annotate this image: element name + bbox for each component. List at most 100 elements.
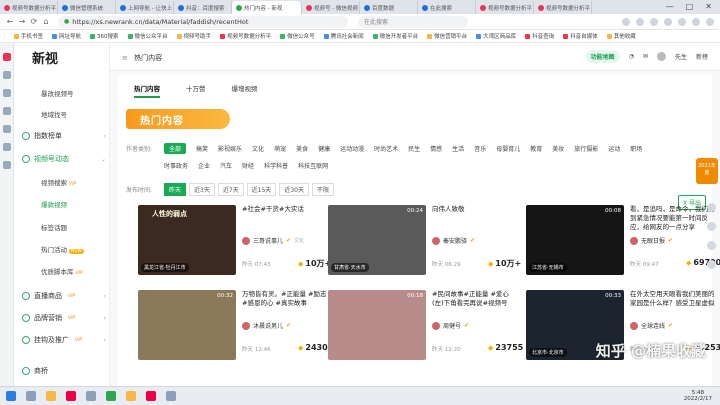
video-icon[interactable] bbox=[2, 143, 11, 151]
category-option[interactable]: 文化 bbox=[252, 144, 264, 153]
sidebar-section-live-goods[interactable]: 直播商品 VIP › bbox=[22, 291, 106, 301]
video-card[interactable]: 人性的弱点 黑龙江省·牡丹江市 #社会#干货#大实话 三哥说事儿 ✔ 文化 昨天 07:43… bbox=[138, 205, 331, 275]
url-input[interactable]: ● https://xs.newrank.cn/data/Material/fa… bbox=[58, 15, 348, 28]
sidebar-section-shop[interactable]: 商桥 bbox=[22, 366, 106, 376]
folder-icon[interactable] bbox=[46, 391, 56, 401]
help-icon[interactable] bbox=[706, 222, 716, 231]
tab-100k-likes[interactable]: 十万赞 bbox=[186, 83, 206, 98]
menu-icon[interactable]: ≡ bbox=[122, 54, 128, 62]
system-clock[interactable]: 5:48 2022/2/17 bbox=[684, 390, 720, 402]
cloud-icon[interactable] bbox=[2, 89, 11, 97]
menu-icon[interactable] bbox=[706, 17, 714, 26]
extension-icon[interactable] bbox=[692, 17, 700, 26]
bookmark-item[interactable]: 网址导航 bbox=[52, 32, 81, 40]
category-option[interactable]: 民生 bbox=[408, 144, 420, 153]
bookmark-item[interactable]: 微信营销平台 bbox=[427, 32, 467, 40]
category-option[interactable]: 教育 bbox=[530, 144, 542, 153]
video-title[interactable]: #社会#干货#大实话 bbox=[242, 205, 330, 232]
browser-tab[interactable]: 视频号数据分析平 bbox=[476, 1, 534, 14]
sidebar-item[interactable]: 暴改视频号 bbox=[41, 88, 74, 98]
category-option[interactable]: 运动动漫 bbox=[340, 144, 364, 153]
author-row[interactable]: 全球连线 ✔ bbox=[630, 321, 673, 330]
sidebar-subitem-video-search[interactable]: 视频搜索 VIP bbox=[41, 177, 76, 187]
extension-icon[interactable] bbox=[622, 17, 630, 26]
bookmark-item[interactable]: 微信公众平台 bbox=[127, 32, 168, 40]
browser-tab[interactable]: 百度数据 bbox=[360, 1, 418, 14]
back-icon[interactable]: ← bbox=[4, 17, 16, 26]
app-icon[interactable] bbox=[106, 391, 116, 401]
category-option[interactable]: 健康 bbox=[318, 144, 330, 153]
bookmark-item[interactable]: 微信开发者平台 bbox=[372, 32, 418, 40]
category-option[interactable]: 生活 bbox=[452, 144, 464, 153]
category-option[interactable]: 科学科普 bbox=[264, 161, 288, 170]
bookmark-item[interactable]: 抖音自媒体 bbox=[563, 32, 598, 40]
bookmark-item[interactable]: 微信公众号 bbox=[280, 32, 315, 40]
extension-icon[interactable] bbox=[664, 17, 672, 26]
weibo-icon[interactable] bbox=[2, 53, 11, 61]
category-option[interactable]: 音乐 bbox=[474, 144, 486, 153]
sidebar-subitem-hot-videos[interactable]: 爆款视频 bbox=[41, 199, 67, 209]
minimize-icon[interactable]: — bbox=[666, 2, 674, 11]
top-icon[interactable] bbox=[706, 260, 716, 269]
category-option[interactable]: 母婴育儿 bbox=[496, 144, 520, 153]
app-icon[interactable] bbox=[126, 391, 136, 401]
sidebar-section-brand[interactable]: 品牌营销 VIP › bbox=[22, 313, 106, 323]
category-option[interactable]: 情感 bbox=[430, 144, 442, 153]
category-option[interactable]: 职场 bbox=[630, 144, 642, 153]
video-card[interactable]: 00:32 万物皆有灵。#正能量 #励志 #感恩的心 #真实故事 沐晨说男儿 ✔ 昨天 … bbox=[138, 290, 333, 360]
category-option[interactable]: 全部 bbox=[164, 143, 187, 154]
username[interactable]: 先生 bbox=[675, 52, 687, 61]
video-title[interactable]: #民间故事#正能量 #爱心(左)下角看完再说#视频号 bbox=[432, 290, 520, 317]
date-option[interactable]: 近3天 bbox=[189, 183, 215, 196]
refresh-icon[interactable]: ⟳ bbox=[28, 17, 40, 26]
author-row[interactable]: 三哥说事儿 ✔ 文化 bbox=[242, 236, 304, 245]
sidebar-section-video-dynamics[interactable]: 视频号动态 ⌄ bbox=[22, 154, 106, 164]
browser-tab[interactable]: 在此搜索 bbox=[418, 1, 476, 14]
tab-hot-content[interactable]: 热门内容 bbox=[134, 83, 160, 98]
close-icon[interactable]: ✕ bbox=[705, 2, 712, 11]
bookmark-item[interactable]: 手机书签 bbox=[14, 32, 43, 40]
browser-tab[interactable]: 热门内容 - 新视 bbox=[232, 1, 302, 14]
category-option[interactable]: 美妆 bbox=[552, 144, 564, 153]
group-icon[interactable] bbox=[706, 203, 716, 212]
category-option[interactable]: 运动 bbox=[608, 144, 620, 153]
video-thumbnail[interactable]: 人性的弱点 黑龙江省·牡丹江市 bbox=[138, 205, 236, 275]
sidebar-subitem-tags[interactable]: 标签话题 bbox=[41, 222, 67, 232]
video-title[interactable]: 向伟人致敬 bbox=[432, 205, 520, 232]
video-thumbnail[interactable]: 00:24 甘肃省·天水市 bbox=[328, 205, 426, 275]
browser-tab[interactable]: 微信管理系统 bbox=[58, 1, 116, 14]
bookmark-item[interactable]: 抖音查询 bbox=[525, 32, 554, 40]
category-option[interactable]: 萌宠 bbox=[274, 144, 286, 153]
date-option[interactable]: 不限 bbox=[311, 183, 334, 196]
app-icon[interactable] bbox=[146, 391, 156, 401]
category-option[interactable]: 科技互联网 bbox=[298, 161, 328, 170]
browser-tab[interactable]: 视频号 - 微信视频 bbox=[302, 1, 360, 14]
start-icon[interactable] bbox=[6, 391, 16, 401]
app-logo[interactable]: 新视 bbox=[32, 48, 58, 67]
message-icon[interactable]: ✉ bbox=[643, 53, 648, 60]
tab-surge-videos[interactable]: 爆增视频 bbox=[232, 83, 258, 98]
extension-icon[interactable] bbox=[678, 17, 686, 26]
category-option[interactable]: 美食 bbox=[296, 144, 308, 153]
annual-award-badge[interactable]: 2021年度 bbox=[696, 158, 718, 184]
category-option[interactable]: 搞笑 bbox=[196, 144, 208, 153]
category-option[interactable]: 财经 bbox=[242, 161, 254, 170]
browser-tab[interactable]: 视频号数据分析平 bbox=[534, 1, 592, 14]
video-thumbnail[interactable]: 00:32 bbox=[138, 290, 236, 360]
service-icon[interactable] bbox=[706, 241, 716, 250]
sidebar-subitem-scripts[interactable]: 优质脚本库 VIP bbox=[41, 266, 83, 276]
newrank-link[interactable]: 新榜 bbox=[696, 52, 708, 61]
avatar[interactable] bbox=[656, 52, 666, 61]
category-option[interactable]: 时尚艺术 bbox=[374, 144, 398, 153]
date-option[interactable]: 昨天 bbox=[164, 183, 187, 196]
video-card[interactable]: 00:18 #民间故事#正能量 #爱心(左)下角看完再说#视频号 周健号 ✔ 昨天 12… bbox=[328, 290, 523, 360]
game-icon[interactable] bbox=[2, 107, 11, 115]
date-option[interactable]: 近30天 bbox=[279, 183, 309, 196]
browser-tab[interactable]: 上网导航 - 让快上 bbox=[116, 1, 174, 14]
browser-tab[interactable]: 抖音：百度搜索 bbox=[174, 1, 232, 14]
category-option[interactable]: 企业 bbox=[198, 161, 210, 170]
author-row[interactable]: 沐晨说男儿 ✔ bbox=[242, 321, 291, 330]
video-card[interactable]: 00:24 甘肃省·天水市 向伟人致敬 秦安鹏驿 ✔ 昨天 06:29 ◆ 10万+ bbox=[328, 205, 521, 275]
app-icon[interactable] bbox=[86, 391, 96, 401]
category-option[interactable]: 时事政务 bbox=[164, 161, 188, 170]
